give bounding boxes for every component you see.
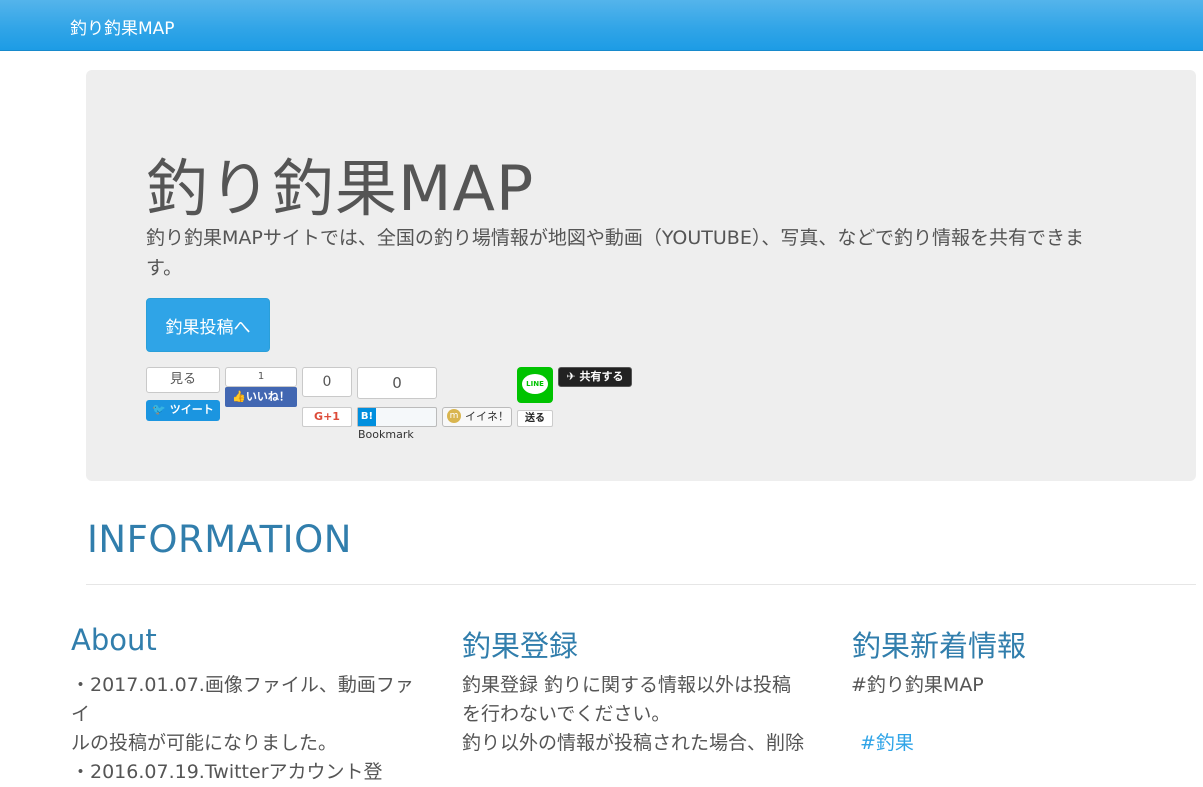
post-catch-button[interactable]: 釣果投稿へ: [146, 298, 270, 352]
catch-register-line: 釣り以外の情報が投稿された場合、削除: [462, 732, 805, 754]
gplus-button[interactable]: G+1: [302, 407, 352, 427]
about-line: ・2016.07.19.Twitterアカウント登: [71, 761, 383, 783]
navbar-brand[interactable]: 釣り釣果MAP: [70, 14, 175, 39]
information-divider: [86, 584, 1196, 585]
hatena-b-icon: B!: [358, 408, 376, 426]
about-line: ・2017.01.07.画像ファイル、動画ファイ: [71, 674, 414, 725]
tweet-button[interactable]: 🐦 ツイート: [146, 400, 220, 421]
jumbotron-description: 釣り釣果MAPサイトでは、全国の釣り場情報が地図や動画（YOUTUBE）、写真、…: [146, 227, 1084, 279]
hashtag-link[interactable]: #釣果: [860, 728, 914, 755]
tweet-button-label: ツイート: [169, 403, 214, 416]
facebook-count: 1: [225, 367, 297, 387]
new-catch-text: #釣り釣果MAP: [851, 671, 1181, 700]
share-label: 共有する: [579, 370, 624, 383]
mixi-check-button[interactable]: m イイネ！: [442, 407, 512, 427]
about-heading: About: [71, 623, 157, 657]
new-catch-heading: 釣果新着情報: [852, 629, 1027, 663]
share-icon: ✈: [566, 370, 580, 383]
twitter-count-box[interactable]: 見る: [146, 367, 220, 393]
share-button[interactable]: ✈ 共有する: [558, 367, 632, 387]
about-text: ・2017.01.07.画像ファイル、動画ファイ ルの投稿が可能になりました。 …: [71, 671, 421, 787]
navbar: 釣り釣果MAP: [0, 0, 1203, 51]
information-heading: INFORMATION: [87, 518, 352, 561]
gplus-count: 0: [302, 367, 352, 397]
catch-register-line: を行わないでください。: [462, 703, 671, 725]
hatena-bookmark-button[interactable]: B! Bookmark: [357, 407, 437, 441]
hatena-count: 0: [357, 367, 437, 399]
hatena-bookmark-label: Bookmark: [358, 428, 414, 441]
line-icon[interactable]: LINE: [517, 367, 553, 403]
facebook-like-label: いいね！: [245, 390, 290, 403]
thumbs-up-icon: 👍: [232, 390, 246, 403]
mixi-icon: m: [447, 409, 461, 423]
jumbotron-title: 釣り釣果MAP: [146, 152, 535, 225]
catch-register-heading: 釣果登録: [462, 629, 579, 663]
line-icon-label: LINE: [522, 374, 548, 394]
facebook-like-button[interactable]: 👍いいね！: [225, 387, 297, 407]
twitter-bird-icon: 🐦: [152, 403, 170, 416]
mixi-label: イイネ！: [465, 410, 509, 423]
line-send-button[interactable]: 送る: [517, 410, 553, 427]
about-line: ルの投稿が可能になりました。: [71, 732, 338, 754]
catch-register-line: 釣果登録 釣りに関する情報以外は投稿: [462, 674, 792, 696]
jumbotron: 釣り釣果MAP 釣り釣果MAPサイトでは、全国の釣り場情報が地図や動画（YOUT…: [86, 70, 1196, 481]
new-catch-line: #釣り釣果MAP: [851, 674, 984, 696]
catch-register-text: 釣果登録 釣りに関する情報以外は投稿 を行わないでください。 釣り以外の情報が投…: [462, 671, 832, 758]
